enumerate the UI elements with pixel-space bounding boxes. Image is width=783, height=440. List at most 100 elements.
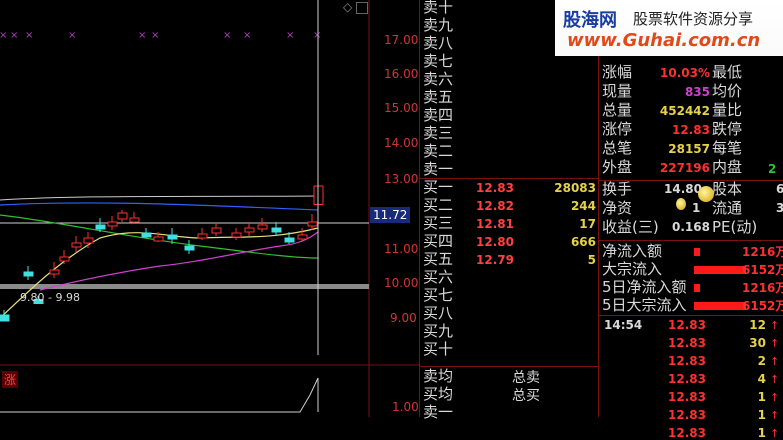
tick-price: 12.83 [668,426,706,440]
ask-label: 卖七 [423,52,454,70]
candlestick-chart[interactable]: × × × × × × × × × × [0,0,420,417]
stat-label: 涨幅 [602,63,633,81]
flow-label: 5日净流入额 [602,278,687,296]
stat-value: 0.168 [672,220,710,234]
candle-body [197,233,208,239]
bid-price[interactable]: 12.80 [476,233,514,251]
candle-body [257,224,268,230]
flow-value: 1216万 [742,281,783,295]
stat-value: 12.83 [672,123,710,137]
candle-body [83,237,94,244]
axis-label: 15.00 [384,101,419,115]
axis-label: 10.00 [384,276,419,290]
svg-text:×: × [243,30,251,41]
flow-bar [694,302,746,310]
flow-value: 1216万 [742,245,783,259]
candle-body [153,236,164,242]
ask-label: 卖十 [423,0,454,16]
ask-label: 卖三 [423,124,454,142]
axis-label: 17.00 [384,33,419,47]
bid-price[interactable]: 12.82 [476,197,514,215]
bid-price[interactable]: 12.79 [476,251,514,269]
watermark-slogan: 股票软件资源分享 [633,10,754,28]
axis-label: 9.00 [390,311,417,325]
candle-body [49,269,60,275]
ask-label: 卖一 [423,160,454,178]
candle-body [307,221,318,227]
diamond-icon[interactable]: ◇ [343,0,352,14]
axis-label: 11.00 [384,242,419,256]
flow-value: 6152万 [742,299,783,313]
up-arrow-icon: ↑ [770,373,780,386]
tick-price: 12.83 [668,390,706,404]
ask-label: 卖八 [423,34,454,52]
ask-label: 卖四 [423,106,454,124]
stat-label: 净资 [602,199,633,217]
scroll-icon[interactable] [356,2,368,14]
ma-magenta-line [39,231,319,291]
svg-text:×: × [0,30,7,41]
up-arrow-icon: ↑ [770,391,780,404]
up-arrow-icon: ↑ [770,319,780,332]
tick-price: 12.83 [668,354,706,368]
stat-value: 227196 [659,161,710,175]
svg-text:×: × [25,30,33,41]
tick-volume: 1 [757,426,766,440]
bid-label: 买五 [423,250,454,268]
stat-label2: 均价 [712,82,743,100]
bid-volume: 5 [587,253,596,267]
watermark-brand: 股海网 [563,10,617,31]
stat-label: 总笔 [602,139,633,157]
bid-label: 买七 [423,286,454,304]
candle-body [95,224,106,230]
candle-body [71,242,82,248]
partial-value: 3 [776,201,783,215]
candle-body [117,212,128,220]
candle-body [129,217,140,223]
candle-body [271,227,282,233]
stat-label2: 最低 [712,63,743,81]
bid-label: 买四 [423,232,454,250]
avg-buy-label: 买均 [423,385,454,403]
svg-text:×: × [313,30,321,41]
flow-value: 6152万 [742,263,783,277]
candle-body [0,314,10,322]
partial-value: 2 [768,162,777,176]
candle-body [231,232,242,238]
up-arrow-icon: ↑ [770,355,780,368]
tick-volume: 1 [757,408,766,422]
bid-label: 买九 [423,322,454,340]
ask-label: 卖二 [423,142,454,160]
stat-label2: 内盘 [712,158,743,176]
stat-label2: 流通 [712,199,743,217]
tick-time: 14:54 [604,318,643,332]
svg-text:×: × [10,30,18,41]
ask-label: 卖六 [423,70,454,88]
stat-value: 835 [684,85,710,99]
bid-price[interactable]: 12.83 [476,179,514,197]
info-bubble-icon[interactable] [698,186,714,202]
bid-label: 买一 [423,178,454,196]
stat-label2: 跌停 [712,120,743,138]
range-label: 9.80 - 9.98 [20,291,80,304]
ma-white-line [0,195,319,201]
candle-body [284,237,295,243]
stat-label: 总量 [602,101,633,119]
tick-volume: 4 [757,372,766,386]
tick-volume: 12 [749,318,766,332]
svg-text:×: × [286,30,294,41]
candle-body [59,256,70,262]
flow-bar [694,266,746,274]
flow-bar [694,248,700,256]
ma-blue-line [0,202,319,211]
candle-body [184,245,195,251]
tick-volume: 2 [757,354,766,368]
limit-up-badge[interactable]: 涨 [2,371,19,388]
flow-label: 大宗流入 [602,260,663,278]
bid-price[interactable]: 12.81 [476,215,514,233]
bid-volume: 244 [570,199,596,213]
stat-value: 14.80 [664,182,702,196]
flow-label: 5日大宗流入 [602,296,687,314]
tick-volume: 30 [749,336,766,350]
info-bubble-icon[interactable] [676,198,686,210]
